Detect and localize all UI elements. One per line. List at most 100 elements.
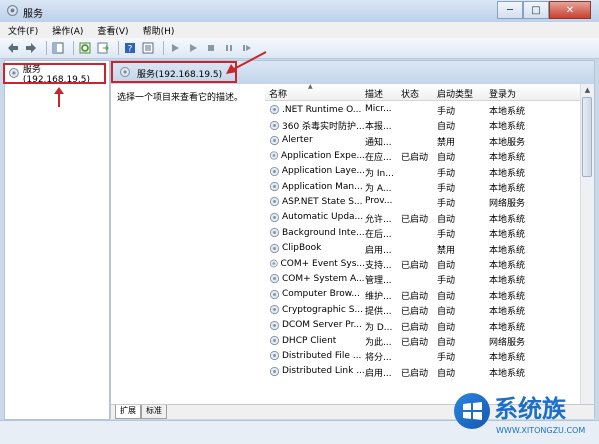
toolbar: ? xyxy=(0,38,599,59)
service-startup-cell: 自动 xyxy=(437,307,456,318)
toolbar-separator xyxy=(163,41,164,55)
back-arrow-icon[interactable] xyxy=(6,41,20,55)
service-logon-cell: 本地系统 xyxy=(489,353,526,364)
column-header-log-on-as[interactable]: 登录为 xyxy=(489,87,516,100)
forward-arrow-icon[interactable] xyxy=(24,41,38,55)
service-description-cell: 维护... xyxy=(365,291,392,302)
service-description-cell: 在应... xyxy=(365,153,392,164)
scroll-up-icon[interactable]: ▲ xyxy=(581,84,594,97)
service-status-cell: 已启动 xyxy=(401,307,429,318)
stop-icon[interactable] xyxy=(204,41,218,55)
services-pane: 服务(192.168.19.5) 选择一个项目来查看它的描述。 名称 ▲ 描述 … xyxy=(110,60,595,419)
service-description-cell: 为此... xyxy=(365,338,392,348)
service-status-cell: 已启动 xyxy=(401,153,429,164)
service-name-cell: DCOM Server Pr... xyxy=(269,320,365,331)
menu-view[interactable]: 查看(V) xyxy=(89,24,134,37)
service-gear-icon xyxy=(269,212,280,222)
table-row[interactable]: DHCP Client 为此... 已启动 自动 网络服务 xyxy=(265,333,580,348)
xitongzu-logo: 系统族 WWW.XITONGZU.COM xyxy=(454,393,585,435)
table-row[interactable]: Application Laye... 为 In... 手动 本地系统 xyxy=(265,164,580,179)
service-description-cell: 为 D... xyxy=(365,322,393,333)
toolbar-separator xyxy=(46,41,47,55)
column-header-description[interactable]: 描述 xyxy=(365,87,383,100)
menu-help[interactable]: 帮助(H) xyxy=(135,24,181,37)
service-startup-cell: 手动 xyxy=(437,276,456,287)
table-row[interactable]: Automatic Upda... 允许... 已启动 自动 本地系统 xyxy=(265,210,580,225)
service-startup-cell: 自动 xyxy=(437,153,456,164)
service-startup-cell: 自动 xyxy=(437,261,456,271)
vertical-scrollbar[interactable]: ▲ xyxy=(580,84,594,406)
service-status-cell: 已启动 xyxy=(401,261,429,271)
table-row[interactable]: Cryptographic S... 提供... 已启动 自动 本地系统 xyxy=(265,302,580,317)
help-icon[interactable]: ? xyxy=(123,41,137,55)
service-status-cell: 已启动 xyxy=(401,338,429,348)
service-logon-cell: 网络服务 xyxy=(489,199,526,210)
table-row[interactable]: Application Man... 为 A... 手动 本地系统 xyxy=(265,179,580,194)
show-hide-tree-icon[interactable] xyxy=(51,41,65,55)
column-header-startup-type[interactable]: 启动类型 xyxy=(437,87,473,100)
service-startup-cell: 禁用 xyxy=(437,137,456,148)
tab-extended[interactable]: 扩展 xyxy=(115,405,141,419)
table-row[interactable]: ClipBook 启用... 禁用 本地系统 xyxy=(265,241,580,256)
service-name-cell: Application Man... xyxy=(269,181,365,192)
table-row[interactable]: .NET Runtime O... Micr... 手动 本地系统 xyxy=(265,102,580,117)
service-description-cell: Micr... xyxy=(365,104,392,114)
table-row[interactable]: ASP.NET State S... Prov... 手动 网络服务 xyxy=(265,194,580,209)
service-logon-cell: 本地系统 xyxy=(489,230,526,241)
service-startup-cell: 自动 xyxy=(437,214,456,225)
service-logon-cell: 本地系统 xyxy=(489,322,526,333)
service-logon-cell: 本地系统 xyxy=(489,276,526,287)
table-row[interactable]: COM+ System A... 管理... 手动 本地系统 xyxy=(265,271,580,286)
services-list: 名称 ▲ 描述 状态 启动类型 登录为 .NET Runtime O... Mic… xyxy=(265,83,580,404)
scrollbar-thumb[interactable] xyxy=(582,97,592,177)
service-logon-cell: 本地系统 xyxy=(489,184,526,194)
table-row[interactable]: DCOM Server Pr... 为 D... 已启动 自动 本地系统 xyxy=(265,318,580,333)
service-startup-cell: 自动 xyxy=(437,338,456,348)
highlight-box xyxy=(111,61,237,83)
service-description-cell: 支持... xyxy=(365,261,392,271)
service-description-cell: 通知... xyxy=(365,137,392,148)
service-description-cell: 允许... xyxy=(365,214,392,225)
table-row[interactable]: 360 杀毒实时防护... 本报... 自动 本地系统 xyxy=(265,117,580,132)
column-header-status[interactable]: 状态 xyxy=(401,87,419,100)
service-logon-cell: 本地系统 xyxy=(489,368,526,379)
service-gear-icon xyxy=(269,259,278,268)
service-description-cell: 为 In... xyxy=(365,168,394,179)
table-row[interactable]: Distributed File ... 将分... 手动 本地系统 xyxy=(265,348,580,363)
start-icon[interactable] xyxy=(186,41,200,55)
table-row[interactable]: Background Inte... 在后... 手动 本地系统 xyxy=(265,225,580,240)
table-row[interactable]: Distributed Link ... 启用... 已启动 自动 本地系统 xyxy=(265,364,580,379)
close-button[interactable]: ✕ xyxy=(549,1,591,19)
menu-file[interactable]: 文件(F) xyxy=(0,24,44,37)
service-gear-icon xyxy=(269,104,280,115)
properties-icon[interactable] xyxy=(141,41,155,55)
service-name-cell: COM+ System A... xyxy=(269,273,365,284)
service-gear-icon xyxy=(269,197,280,207)
table-row[interactable]: COM+ Event Sys... 支持... 已启动 自动 本地系统 xyxy=(265,256,580,271)
maximize-button[interactable]: □ xyxy=(523,1,549,19)
table-row[interactable]: Computer Brow... 维护... 已启动 自动 本地系统 xyxy=(265,287,580,302)
service-name-cell: ClipBook xyxy=(269,243,365,254)
minimize-button[interactable]: ─ xyxy=(497,1,523,19)
export-list-icon[interactable] xyxy=(96,41,110,55)
service-name-cell: Alerter xyxy=(269,135,365,146)
column-header-name[interactable]: 名称 xyxy=(269,87,287,100)
table-row[interactable]: Application Expe... 在应... 已启动 自动 本地系统 xyxy=(265,148,580,163)
service-startup-cell: 自动 xyxy=(437,122,456,133)
table-row[interactable]: Alerter 通知... 禁用 本地服务 xyxy=(265,133,580,148)
service-startup-cell: 手动 xyxy=(437,168,456,179)
start-service-icon[interactable] xyxy=(168,41,182,55)
service-logon-cell: 本地服务 xyxy=(489,137,526,148)
service-name-cell: Computer Brow... xyxy=(269,289,365,300)
service-logon-cell: 网络服务 xyxy=(489,338,526,348)
service-description-cell: 启用... xyxy=(365,245,392,256)
service-name-cell: Background Inte... xyxy=(269,227,365,238)
service-logon-cell: 本地系统 xyxy=(489,245,526,256)
tab-standard[interactable]: 标准 xyxy=(141,405,167,419)
red-arrow-icon xyxy=(54,87,64,107)
service-name-cell: Automatic Upda... xyxy=(269,212,365,223)
service-description-cell: 将分... xyxy=(365,353,392,364)
refresh-icon[interactable] xyxy=(78,41,92,55)
service-gear-icon xyxy=(269,181,280,192)
menu-action[interactable]: 操作(A) xyxy=(44,24,89,37)
